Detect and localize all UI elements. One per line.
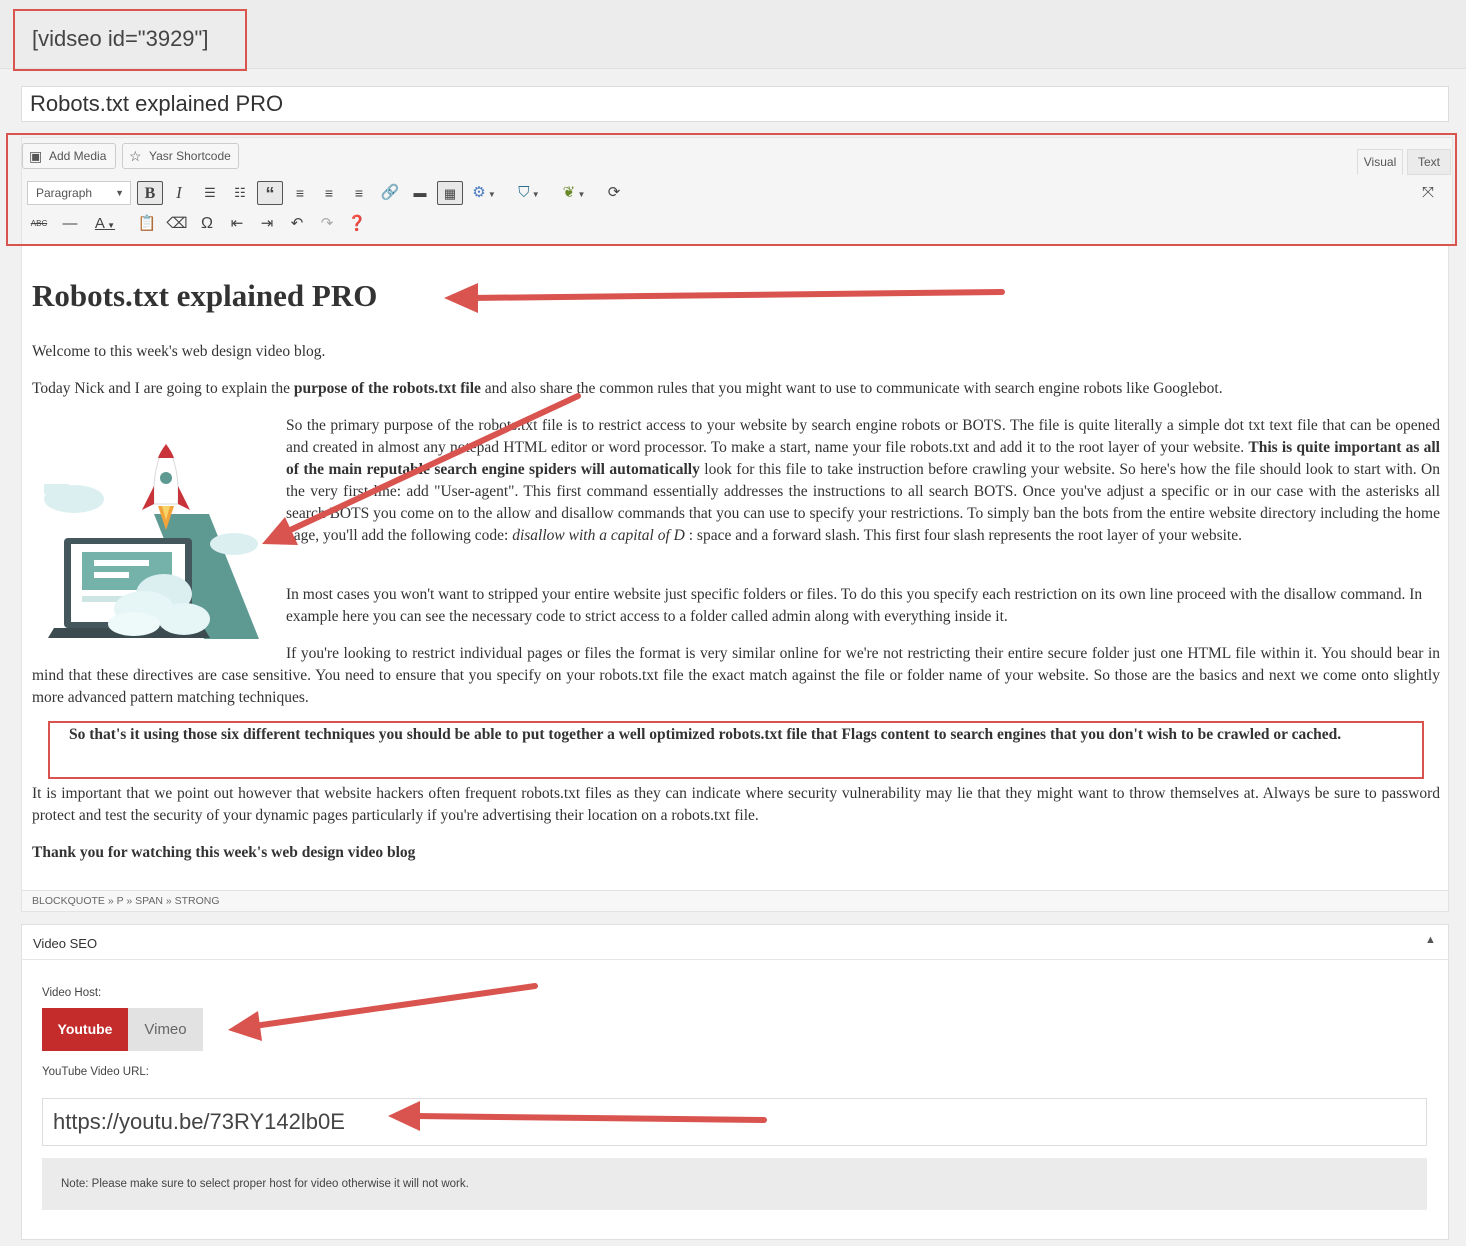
element-path-statusbar[interactable]: BLOCKQUOTE » P » SPAN » STRONG xyxy=(21,890,1449,912)
annotation-box-toolbar xyxy=(6,133,1457,246)
paragraph-hackers: It is important that we point out howeve… xyxy=(32,785,1440,824)
intro-text-c: and also share the common rules that you… xyxy=(480,380,1223,397)
collapse-arrow-icon[interactable]: ▲ xyxy=(1425,934,1436,946)
paragraph-welcome: Welcome to this week's web design video … xyxy=(32,343,326,360)
video-host-label: Video Host: xyxy=(42,987,102,999)
youtube-url-input[interactable]: https://youtu.be/73RY142lb0E xyxy=(42,1098,1427,1146)
video-seo-header[interactable] xyxy=(21,924,1449,960)
annotation-box-blockquote xyxy=(48,721,1424,779)
paragraph-intro: Today Nick and I are going to explain th… xyxy=(32,378,1442,400)
post-heading: Robots.txt explained PRO xyxy=(32,278,378,313)
video-host-note: Note: Please make sure to select proper … xyxy=(42,1158,1427,1210)
paragraph-restrict-pages: If you're looking to restrict individual… xyxy=(32,645,1440,706)
purpose-italic: disallow with a capital of D xyxy=(512,527,685,544)
paragraph-most-cases: In most cases you won't want to stripped… xyxy=(286,586,1423,625)
purpose-text-e: : space and a forward slash. This first … xyxy=(684,527,1242,544)
post-title-input[interactable]: Robots.txt explained PRO xyxy=(21,86,1449,122)
rocket-laptop-illustration xyxy=(44,444,259,639)
annotation-box-shortcode xyxy=(13,9,247,71)
youtube-url-label: YouTube Video URL: xyxy=(42,1066,149,1078)
intro-bold: purpose of the robots.txt file xyxy=(293,380,481,397)
host-option-youtube[interactable]: Youtube xyxy=(42,1008,128,1051)
paragraph-thank-you: Thank you for watching this week's web d… xyxy=(32,844,416,861)
video-seo-title: Video SEO xyxy=(33,936,98,951)
paragraph-primary-purpose: So the primary purpose of the robots.txt… xyxy=(286,415,1440,547)
host-option-vimeo[interactable]: Vimeo xyxy=(128,1008,203,1051)
intro-text-a: Today Nick and I are going to explain th… xyxy=(32,380,294,397)
